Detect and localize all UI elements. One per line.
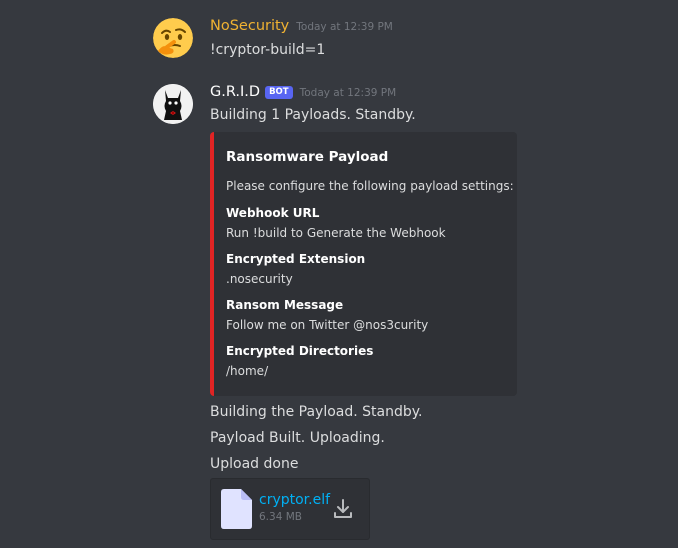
embed-title: Ransomware Payload xyxy=(226,149,389,165)
embed-field-name: Encrypted Directories xyxy=(226,344,374,358)
embed-card: Ransomware Payload Please configure the … xyxy=(210,132,517,396)
embed-field-name: Webhook URL xyxy=(226,206,320,220)
embed-field-name: Ransom Message xyxy=(226,298,344,312)
embed-field-name: Encrypted Extension xyxy=(226,252,366,266)
message-text: Building the Payload. Standby. xyxy=(210,404,423,420)
username[interactable]: G.R.I.D xyxy=(210,84,260,100)
embed-field-value: .nosecurity xyxy=(226,272,293,286)
file-size: 6.34 MB xyxy=(259,511,302,523)
message-header: G.R.I.D BOT Today at 12:39 PM xyxy=(210,84,396,106)
avatar[interactable] xyxy=(153,84,193,124)
embed-field-value: Follow me on Twitter @nos3curity xyxy=(226,318,429,332)
message-text: Upload done xyxy=(210,456,299,472)
avatar[interactable] xyxy=(153,18,193,58)
message-text: Building 1 Payloads. Standby. xyxy=(210,107,416,123)
message-text: !cryptor-build=1 xyxy=(210,42,326,58)
timestamp: Today at 12:39 PM xyxy=(296,21,393,33)
bot-badge: BOT xyxy=(265,86,293,99)
embed-field-value: Run !build to Generate the Webhook xyxy=(226,226,446,240)
file-icon xyxy=(221,489,252,529)
download-icon[interactable] xyxy=(332,498,354,520)
file-attachment: cryptor.elf 6.34 MB xyxy=(210,478,370,540)
file-name-link[interactable]: cryptor.elf xyxy=(259,492,330,508)
message-header: NoSecurity Today at 12:39 PM xyxy=(210,18,393,40)
username[interactable]: NoSecurity xyxy=(210,18,289,34)
thinking-face-icon xyxy=(153,18,193,58)
message-nosecurity: NoSecurity Today at 12:39 PM !cryptor-bu… xyxy=(0,0,678,70)
timestamp: Today at 12:39 PM xyxy=(299,87,397,99)
embed-field-value: /home/ xyxy=(226,364,269,378)
embed-description: Please configure the following payload s… xyxy=(226,179,514,193)
black-cat-avatar-icon xyxy=(153,84,193,124)
message-text: Payload Built. Uploading. xyxy=(210,430,385,446)
